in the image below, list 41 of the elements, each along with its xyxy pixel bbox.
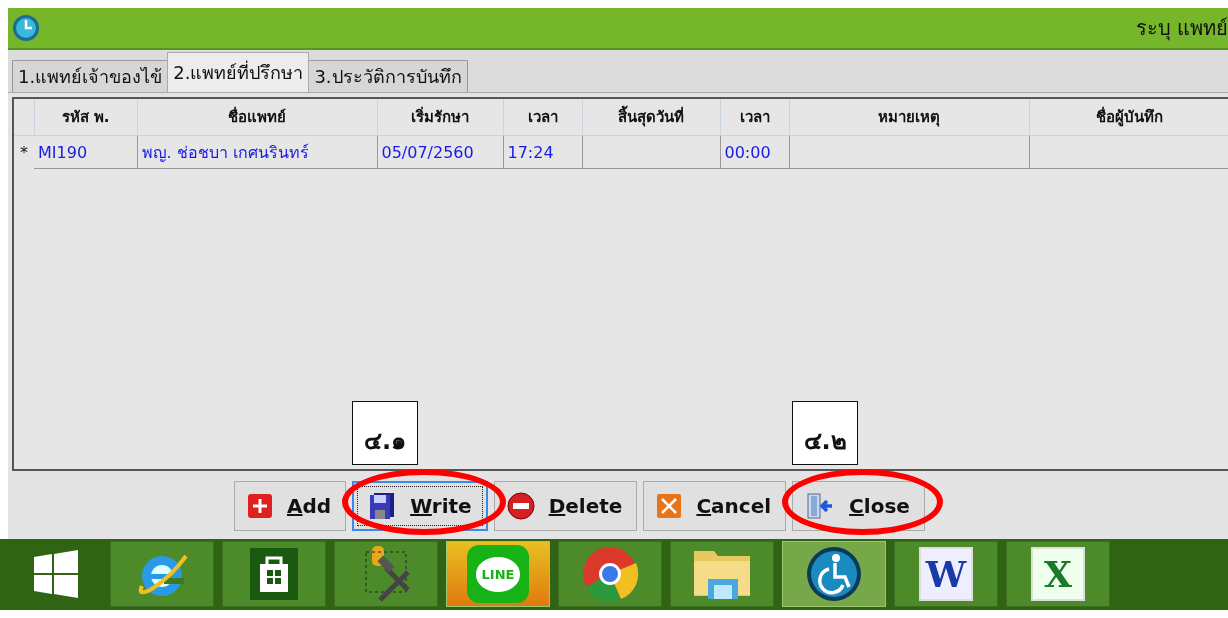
document-app-icon: W [919,547,973,601]
table-cell: พญ. ช่อชบา เกศนรินทร์ [137,135,377,169]
column-header[interactable]: เริ่มรักษา [377,99,503,136]
column-header[interactable]: หมายเหตุ [789,99,1029,136]
taskbar-button[interactable] [222,541,326,607]
cancel-button[interactable]: Cancel [643,481,787,531]
taskbar-button[interactable] [782,541,886,607]
browser-ball-icon [581,545,639,603]
clock-icon [12,14,40,42]
plus-icon [247,493,273,519]
column-header[interactable]: สิ้นสุดวันที่ [582,99,720,136]
taskbar-button[interactable]: W [894,541,998,607]
column-header[interactable]: ชื่อแพทย์ [137,99,377,136]
close-button[interactable]: Close [792,481,925,531]
add-button[interactable]: Add [234,481,347,531]
tab[interactable]: 1.แพทย์เจ้าของไข้ [12,60,169,92]
taskbar-button[interactable] [110,541,214,607]
taskbar-button[interactable]: X [1006,541,1110,607]
no-entry-icon [506,492,535,520]
write-button[interactable]: Write [352,481,488,531]
chat-app-icon: LINE [467,545,529,603]
step-label: ๔.๒ [792,401,859,465]
window-title: ระบุ แพทย์ [1135,15,1228,43]
taskbar-button[interactable] [558,541,662,607]
column-header[interactable]: เวลา [503,99,582,136]
table-cell: 05/07/2560 [377,135,503,169]
step-label: ๔.๑ [352,401,419,465]
delete-button[interactable]: Delete [493,481,638,531]
tab[interactable]: 3.ประวัติการบันทึก [308,60,468,92]
wheelchair-icon [805,545,863,603]
table-cell: 00:00 [720,135,789,169]
table-cell: 17:24 [503,135,582,169]
column-header[interactable]: ชื่อผู้บันทึก [1029,99,1228,136]
cross-icon [656,493,683,519]
column-header[interactable]: รหัส พ. [34,99,137,136]
table-cell: MI190 [34,135,137,169]
row-marker: * [14,135,34,169]
shopping-bag-icon [250,548,298,600]
tab[interactable]: 2.แพทย์ที่ปรึกษา [167,52,310,92]
column-header[interactable]: เวลา [720,99,789,136]
document-app-icon: X [1031,547,1085,601]
